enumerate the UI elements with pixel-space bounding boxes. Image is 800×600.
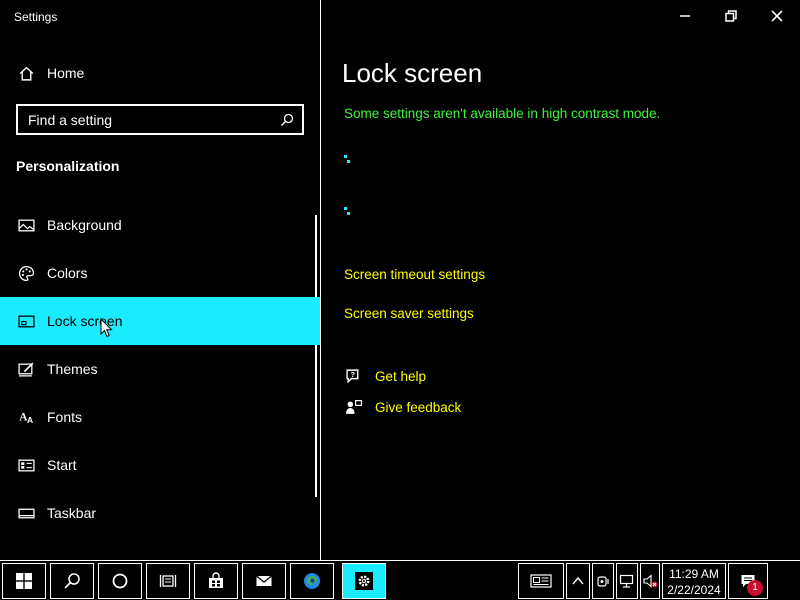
themes-icon (16, 359, 36, 379)
sidebar-item-background[interactable]: Background (0, 201, 320, 249)
sidebar-item-colors[interactable]: Colors (0, 249, 320, 297)
meet-now-button[interactable] (592, 563, 614, 599)
show-hidden-icons-button[interactable] (566, 563, 590, 599)
restore-button[interactable] (708, 0, 754, 32)
mail-button[interactable] (242, 563, 286, 599)
loading-dot (347, 212, 350, 215)
background-icon (16, 215, 36, 235)
network-icon (619, 574, 634, 588)
news-widget-button[interactable] (518, 563, 564, 599)
loading-dot (347, 160, 350, 163)
camera-icon (597, 576, 609, 587)
title-bar: Settings (0, 0, 800, 34)
help-chat-icon: ? (343, 366, 363, 386)
sidebar-item-label: Colors (47, 265, 88, 281)
search-icon (64, 573, 80, 589)
feedback-icon (343, 397, 363, 417)
app-title: Settings (14, 10, 58, 24)
sidebar-item-themes[interactable]: Themes (0, 345, 320, 393)
edge-browser-icon (304, 573, 320, 589)
search-icon[interactable] (272, 113, 302, 127)
volume-button[interactable] (640, 563, 660, 599)
loading-dot (344, 155, 347, 158)
get-help-link[interactable]: ? Get help (343, 366, 426, 386)
lock-screen-icon (16, 311, 36, 331)
loading-dot (344, 207, 347, 210)
search-box[interactable] (16, 104, 304, 135)
store-button[interactable] (194, 563, 238, 599)
windows-logo-icon (16, 573, 32, 589)
cortana-icon (112, 573, 128, 589)
edge-button[interactable] (290, 563, 334, 599)
start-icon (16, 455, 36, 475)
high-contrast-notice: Some settings aren't available in high c… (344, 106, 661, 121)
store-bag-icon (209, 572, 223, 588)
clock-date: 2/22/2024 (667, 583, 721, 597)
screen-timeout-link[interactable]: Screen timeout settings (344, 267, 485, 282)
give-feedback-label: Give feedback (375, 399, 462, 415)
home-label: Home (47, 65, 85, 81)
sidebar-item-taskbar[interactable]: Taskbar (0, 489, 320, 537)
gear-icon (355, 572, 373, 590)
cortana-button[interactable] (98, 563, 142, 599)
chevron-up-icon (572, 576, 584, 585)
task-view-button[interactable] (146, 563, 190, 599)
restore-icon (725, 10, 737, 22)
minimize-button[interactable] (662, 0, 708, 32)
svg-text:A: A (27, 414, 33, 424)
sidebar-item-label: Themes (47, 361, 98, 377)
notification-count-badge: 1 (747, 580, 763, 596)
start-button[interactable] (2, 563, 46, 599)
sidebar-item-label: Taskbar (47, 505, 97, 521)
give-feedback-link[interactable]: Give feedback (343, 397, 461, 417)
screen-saver-link[interactable]: Screen saver settings (344, 306, 474, 321)
task-view-icon (159, 575, 177, 587)
main-content: Lock screen Some settings aren't availab… (321, 34, 800, 560)
sidebar-item-label: Fonts (47, 409, 83, 425)
palette-icon (16, 263, 36, 283)
action-center-button[interactable]: 1 (728, 563, 768, 599)
sidebar-item-label: Background (47, 217, 122, 233)
close-icon (771, 10, 783, 22)
taskbar-icon (16, 503, 36, 523)
clock-time: 11:29 AM (669, 567, 719, 581)
minimize-icon (680, 15, 690, 17)
taskbar-search-button[interactable] (50, 563, 94, 599)
section-title: Personalization (16, 158, 120, 174)
news-icon (530, 574, 552, 588)
taskbar: 11:29 AM 2/22/2024 1 (0, 560, 800, 600)
get-help-label: Get help (375, 368, 427, 384)
fonts-icon: AA (16, 407, 36, 427)
mouse-pointer-icon (100, 318, 113, 338)
home-icon (16, 63, 36, 83)
page-title: Lock screen (342, 58, 483, 88)
settings-taskbar-button[interactable] (342, 563, 386, 599)
volume-muted-icon (643, 574, 658, 588)
network-button[interactable] (616, 563, 638, 599)
taskbar-clock[interactable]: 11:29 AM 2/22/2024 (662, 563, 726, 599)
search-input[interactable] (18, 111, 272, 128)
close-button[interactable] (754, 0, 800, 32)
sidebar-item-lock-screen[interactable]: Lock screen (0, 297, 320, 345)
mail-icon (256, 575, 272, 586)
home-link[interactable]: Home (16, 62, 84, 84)
sidebar-item-fonts[interactable]: AA Fonts (0, 393, 320, 441)
svg-text:?: ? (350, 370, 355, 379)
sidebar-item-label: Start (47, 457, 77, 473)
sidebar-item-start[interactable]: Start (0, 441, 320, 489)
